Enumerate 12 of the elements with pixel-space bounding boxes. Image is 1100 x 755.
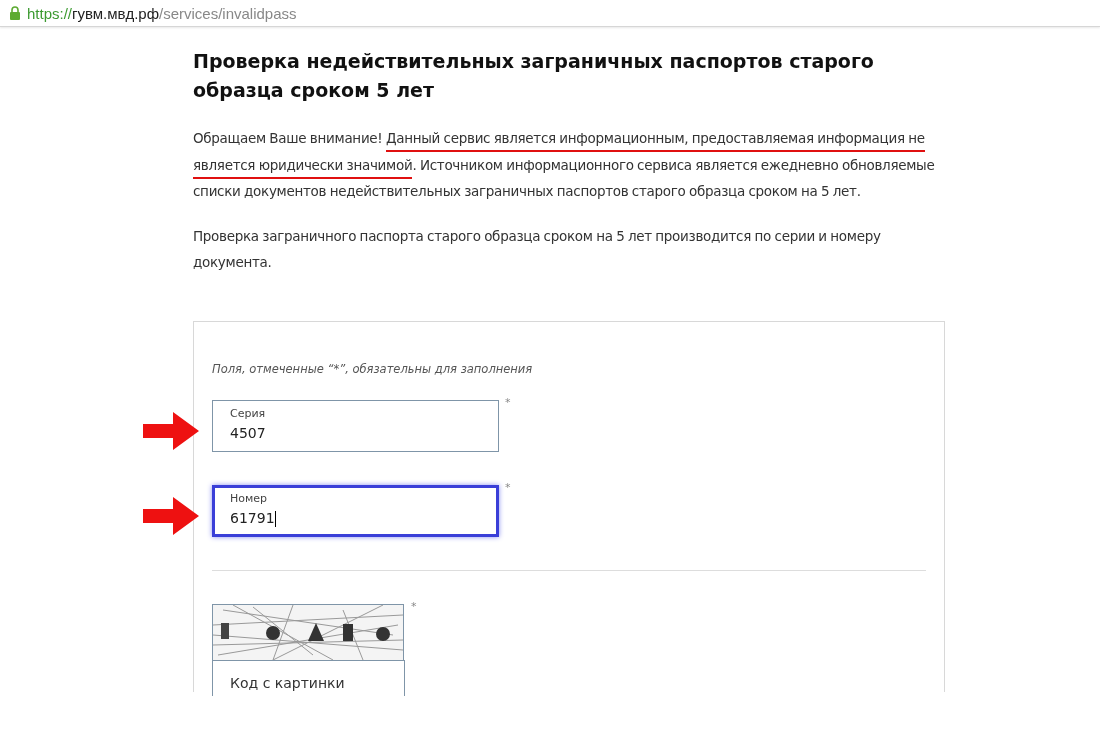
page-title: Проверка недействительных заграничных паспортов старого образца сроком 5 лет xyxy=(193,49,875,103)
required-mark: * xyxy=(411,599,417,613)
address-bar[interactable]: https://гувм.мвд.рф/services/invalidpass xyxy=(0,0,1100,27)
input-field[interactable]: Номер 61791 xyxy=(212,484,499,537)
paragraph: Обращаем Ваше внимание! Данный сервис является информационным, предоставляемая информация не является юридически значимой. Источником информационного сервиса является ежедневно обновляемые списки документов недействительных заграничных паспортов старого образца сроком на 5 лет. xyxy=(193,129,936,201)
input-field[interactable]: Код с картинки xyxy=(212,659,405,696)
required-mark: * xyxy=(505,480,511,494)
required-note: Поля, отмеченные “*”, обязательны для заполнения xyxy=(212,361,534,376)
required-mark: * xyxy=(505,395,511,409)
input-field[interactable]: Серия 4507 xyxy=(212,399,499,452)
url-text: https://гувм.мвд.рф/services/invalidpass xyxy=(27,4,297,22)
paragraph: Проверка заграничного паспорта старого образца сроком на 5 лет производится по серии и номеру документа. xyxy=(193,226,882,272)
